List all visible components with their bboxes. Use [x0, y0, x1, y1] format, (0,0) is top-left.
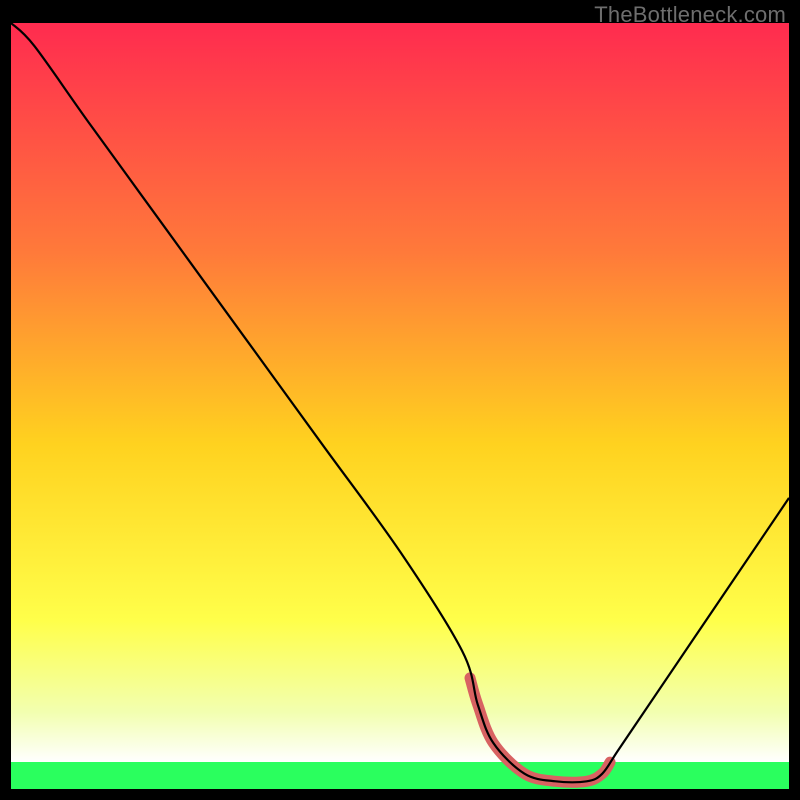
watermark-text: TheBottleneck.com — [594, 2, 786, 28]
chart-frame — [11, 23, 789, 789]
bottleneck-chart — [11, 23, 789, 789]
gradient-background — [11, 23, 789, 789]
